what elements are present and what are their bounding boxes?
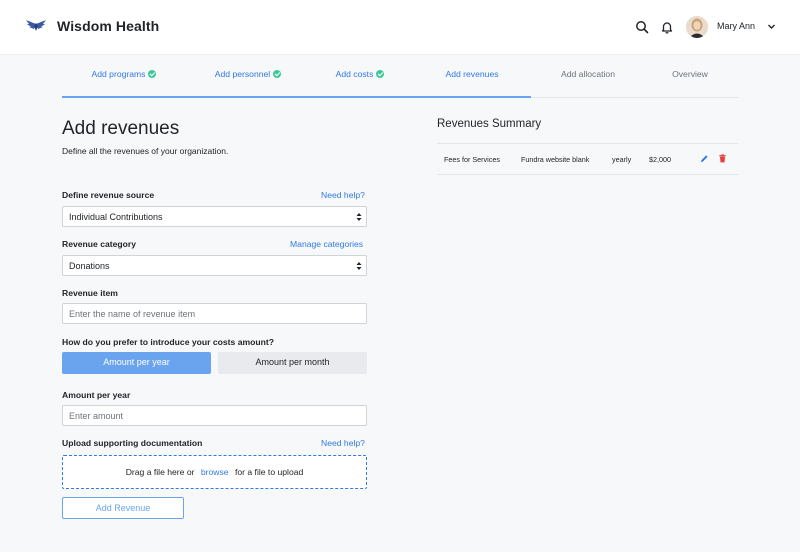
revenue-item-input[interactable] <box>62 303 367 324</box>
dropzone-text-before: Drag a file here or <box>125 467 195 477</box>
progress-steps: Add programs Add personnel Add costs Add… <box>62 62 738 98</box>
avatar[interactable] <box>686 16 708 38</box>
step-add-personnel[interactable]: Add personnel <box>186 62 310 98</box>
dropzone-text-after: for a file to upload <box>234 467 304 477</box>
page-title: Add revenues <box>62 118 180 139</box>
step-label: Add personnel <box>214 69 271 79</box>
upload-help-link[interactable]: Need help? <box>321 438 365 448</box>
amount-input[interactable] <box>62 405 367 426</box>
check-circle-icon <box>376 70 385 78</box>
trash-icon[interactable] <box>718 154 727 163</box>
step-add-programs[interactable]: Add programs <box>62 62 186 98</box>
bell-icon[interactable] <box>660 20 674 34</box>
upload-documentation-label: Upload supporting documentation <box>62 438 203 448</box>
revenues-summary-title: Revenues Summary <box>437 118 542 130</box>
manage-categories-link[interactable]: Manage categories <box>290 239 363 249</box>
step-add-revenues[interactable]: Add revenues <box>410 62 534 98</box>
step-add-allocation[interactable]: Add allocation <box>534 62 642 98</box>
search-icon[interactable] <box>635 20 649 34</box>
revenue-source-value: Individual Contributions <box>69 212 163 222</box>
step-label: Add programs <box>91 69 146 79</box>
page-subtitle: Define all the revenues of your organiza… <box>62 146 229 156</box>
browse-link[interactable]: browse <box>201 467 229 477</box>
file-dropzone[interactable]: Drag a file here or browse for a file to… <box>62 455 367 489</box>
select-arrows-icon <box>356 262 362 270</box>
steps-progress-bar <box>62 96 531 98</box>
check-circle-icon <box>148 70 157 78</box>
user-name[interactable]: Mary Ann <box>717 21 755 31</box>
step-add-costs[interactable]: Add costs <box>310 62 410 98</box>
step-label: Add costs <box>335 69 374 79</box>
source-help-link[interactable]: Need help? <box>321 190 365 200</box>
amount-preference-label: How do you prefer to introduce your cost… <box>62 337 274 347</box>
revenue-category-select[interactable]: Donations <box>62 255 367 276</box>
row-amount: $2,000 <box>649 155 671 164</box>
step-label: Add revenues <box>445 69 499 79</box>
row-item: Fundra website blank <box>521 155 590 164</box>
add-revenue-button[interactable]: Add Revenue <box>62 497 184 519</box>
pencil-icon[interactable] <box>700 154 709 163</box>
step-label: Overview <box>672 69 708 79</box>
revenue-item-label: Revenue item <box>62 288 118 298</box>
select-arrows-icon <box>356 213 362 221</box>
wings-logo-icon[interactable] <box>25 18 47 34</box>
step-label: Add allocation <box>561 69 615 79</box>
brand-name[interactable]: Wisdom Health <box>57 18 159 34</box>
row-source: Fees for Services <box>444 155 500 164</box>
chevron-down-icon[interactable] <box>767 22 776 31</box>
revenue-source-select[interactable]: Individual Contributions <box>62 206 367 227</box>
amount-per-year-toggle[interactable]: Amount per year <box>62 352 211 374</box>
row-period: yearly <box>612 155 632 164</box>
revenues-summary-table: Fees for Services Fundra website blank y… <box>437 143 738 175</box>
check-circle-icon <box>273 70 282 78</box>
amount-per-month-toggle[interactable]: Amount per month <box>218 352 367 374</box>
step-overview[interactable]: Overview <box>642 62 738 98</box>
revenue-source-label: Define revenue source <box>62 190 155 200</box>
amount-per-year-label: Amount per year <box>62 390 131 400</box>
user-avatar-icon <box>686 16 708 38</box>
revenue-category-value: Donations <box>69 261 110 271</box>
revenue-category-label: Revenue category <box>62 239 137 249</box>
top-header: Wisdom Health Mary Ann <box>0 0 800 55</box>
